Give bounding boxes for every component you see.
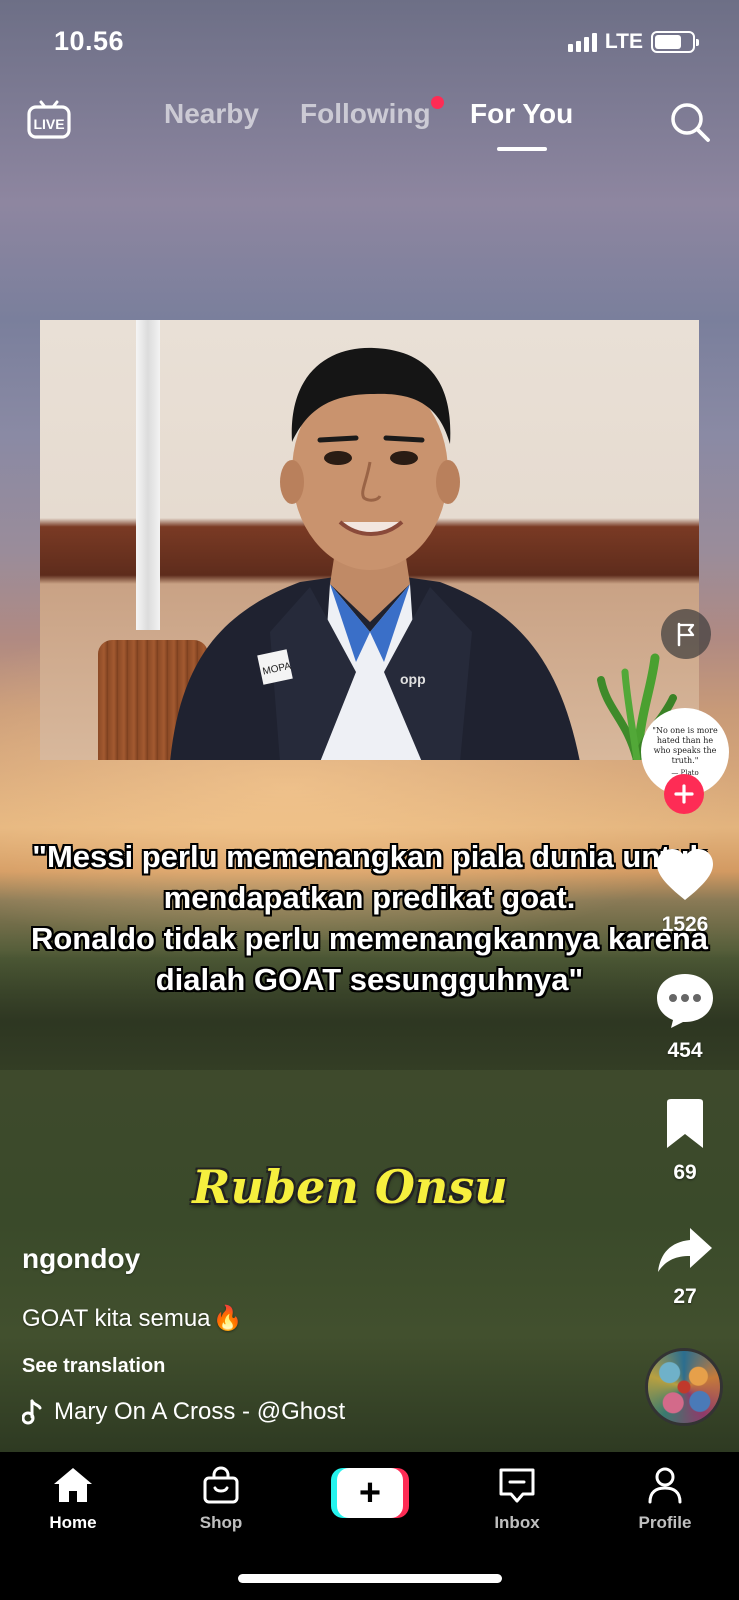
nav-inbox-label: Inbox <box>494 1513 540 1532</box>
svg-text:opp: opp <box>400 671 426 687</box>
nav-home-label: Home <box>49 1513 97 1532</box>
create-plus-icon: + <box>337 1468 403 1518</box>
search-icon <box>671 103 710 142</box>
tiktok-feed-screen: 10.56 LTE LIVE Nearby Following For You <box>0 0 739 1600</box>
comment-icon <box>657 974 713 1028</box>
signal-icon <box>567 32 597 52</box>
battery-icon <box>651 31 699 53</box>
description-text: GOAT kita semua <box>22 1304 211 1332</box>
profile-icon <box>648 1467 682 1504</box>
nav-shop[interactable]: Shop <box>166 1466 276 1533</box>
like-count: 1526 <box>661 913 709 936</box>
quote-line: dialah GOAT sesungguhnya" <box>155 962 584 997</box>
home-icon <box>54 1468 92 1502</box>
quote-line: mendapatkan predikat goat. <box>163 880 576 915</box>
music-track[interactable]: Mary On A Cross - @Ghost <box>22 1398 345 1426</box>
quote-line: Ronaldo tidak perlu memenangkannya karen… <box>30 921 709 956</box>
search-button[interactable] <box>668 100 712 144</box>
heart-icon <box>657 849 713 900</box>
home-indicator[interactable] <box>238 1574 502 1583</box>
plus-icon <box>674 784 694 804</box>
nav-profile[interactable]: Profile <box>610 1466 720 1533</box>
status-time: 10.56 <box>54 26 125 56</box>
share-arrow-icon <box>658 1228 712 1272</box>
background-pillar <box>136 320 160 630</box>
bookmark-count: 69 <box>673 1161 697 1184</box>
status-indicators: LTE <box>567 30 699 54</box>
tab-nearby[interactable]: Nearby <box>164 98 259 130</box>
network-type: LTE <box>604 30 643 53</box>
music-title: Mary On A Cross - @Ghost <box>54 1398 346 1425</box>
feed-tabs: Nearby Following For You <box>0 98 739 158</box>
follow-button[interactable] <box>664 774 704 814</box>
quote-line: "Messi perlu memenangkan piala dunia unt… <box>32 839 707 874</box>
bookmark-icon <box>667 1099 703 1148</box>
tab-for-you[interactable]: For You <box>470 98 573 130</box>
like-button[interactable]: 1526 <box>640 848 730 937</box>
nav-shop-label: Shop <box>199 1513 243 1532</box>
video-name-tag: Ruben Onsu <box>192 1160 508 1214</box>
shopping-bag-icon <box>203 1466 239 1504</box>
post-description: GOAT kita semua 🔥 <box>22 1304 242 1333</box>
inbox-icon <box>499 1468 535 1503</box>
fire-emoji-icon: 🔥 <box>212 1305 243 1332</box>
following-notification-dot <box>431 96 444 109</box>
music-disc[interactable] <box>645 1348 723 1426</box>
video-photo: MOPA opp <box>40 320 699 760</box>
comment-count: 454 <box>667 1039 703 1062</box>
nav-home[interactable]: Home <box>18 1466 128 1533</box>
report-button[interactable] <box>661 609 711 659</box>
creator-username[interactable]: ngondoy <box>22 1243 140 1275</box>
share-button[interactable]: 27 <box>640 1226 730 1309</box>
nav-profile-label: Profile <box>638 1513 692 1532</box>
music-note-icon <box>22 1399 42 1425</box>
see-translation-link[interactable]: See translation <box>22 1355 165 1378</box>
nav-inbox[interactable]: Inbox <box>462 1466 572 1533</box>
comment-button[interactable]: 454 <box>640 972 730 1063</box>
share-count: 27 <box>673 1285 697 1308</box>
video-quote-caption: "Messi perlu memenangkan piala dunia unt… <box>0 836 739 1000</box>
person-portrait: MOPA opp <box>170 347 580 760</box>
tab-following[interactable]: Following <box>300 98 431 130</box>
bookmark-button[interactable]: 69 <box>640 1098 730 1185</box>
avatar-quote: "No one is more hated than he who speaks… <box>652 726 718 765</box>
create-button[interactable]: + <box>331 1468 409 1518</box>
flag-icon <box>677 622 695 647</box>
active-tab-indicator <box>497 147 547 151</box>
